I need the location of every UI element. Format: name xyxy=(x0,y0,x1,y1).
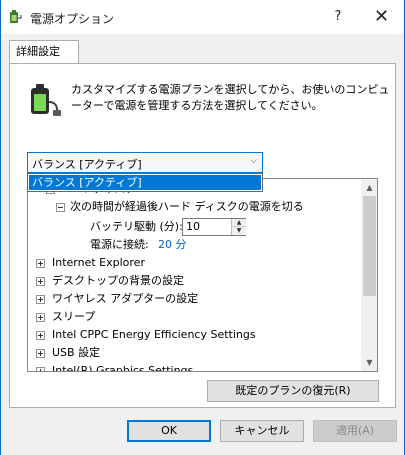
tree-item-label: スリープ xyxy=(52,310,96,323)
plan-description: カスタマイズする電源プランを選択してから、お使いのコンピューターで電源を管理する… xyxy=(71,83,390,112)
expand-icon[interactable] xyxy=(36,331,45,340)
tree-item-label: Intel(R) Graphics Settings xyxy=(52,364,194,372)
ok-button[interactable]: OK xyxy=(127,420,211,442)
plan-select[interactable]: バランス [アクティブ] ⌵ xyxy=(27,152,263,173)
expand-icon[interactable] xyxy=(36,313,45,322)
ac-label: 電源に接続: xyxy=(90,238,149,251)
expand-icon[interactable] xyxy=(36,259,45,268)
battery-plug-icon xyxy=(31,84,61,116)
expand-icon[interactable] xyxy=(36,295,45,304)
expand-icon[interactable] xyxy=(36,277,45,286)
scroll-up-icon[interactable]: ▲ xyxy=(361,179,377,196)
apply-button[interactable]: 適用(A) xyxy=(313,420,397,442)
scroll-down-icon[interactable]: ▼ xyxy=(361,354,377,371)
spin-up-icon[interactable]: ▲ xyxy=(232,219,246,227)
window-title: 電源オプション xyxy=(30,12,115,26)
cancel-button[interactable]: キャンセル xyxy=(220,420,304,442)
expand-icon[interactable] xyxy=(36,367,45,371)
scroll-thumb[interactable] xyxy=(363,196,376,296)
close-button[interactable]: ✕ xyxy=(359,0,404,34)
tree-item-label: Internet Explorer xyxy=(52,256,145,269)
ac-value-link[interactable]: 20 分 xyxy=(158,236,187,254)
tree-item-label: USB 設定 xyxy=(52,346,101,359)
restore-defaults-button[interactable]: 既定のプランの復元(R) xyxy=(207,380,379,402)
plan-option[interactable]: バランス [アクティブ] xyxy=(29,175,261,190)
help-button[interactable]: ? xyxy=(323,3,353,31)
power-options-icon xyxy=(10,10,22,23)
tree-item-label: 次の時間が経過後ハード ディスクの電源を切る xyxy=(70,200,304,213)
title-bar[interactable]: 電源オプション ? ✕ xyxy=(1,0,404,34)
settings-tree[interactable]: ハードディスク 次の時間が経過後ハード ディスクの電源を切る バッテリ駆動 (分… xyxy=(27,178,378,372)
plan-select-value: バランス [アクティブ] xyxy=(32,158,142,171)
expand-icon[interactable] xyxy=(36,349,45,358)
plan-dropdown-list[interactable]: バランス [アクティブ] xyxy=(27,173,263,192)
tab-advanced-settings[interactable]: 詳細設定 xyxy=(9,40,79,64)
tree-item-label: デスクトップの背景の設定 xyxy=(52,274,184,287)
power-options-window: 電源オプション ? ✕ 詳細設定 カスタマイズする電源プランを選択してから、お使… xyxy=(0,0,405,455)
battery-label: バッテリ駆動 (分): xyxy=(90,220,183,233)
tree-item-label: Intel CPPC Energy Efficiency Settings xyxy=(52,328,256,341)
spin-down-icon[interactable]: ▼ xyxy=(232,227,246,235)
chevron-down-icon[interactable]: ⌵ xyxy=(250,156,257,166)
collapse-icon[interactable] xyxy=(56,203,65,212)
battery-minutes-spinner[interactable]: ▲ ▼ xyxy=(231,219,246,235)
tree-item-label: ワイヤレス アダプターの設定 xyxy=(52,292,199,305)
tree-scrollbar[interactable]: ▲ ▼ xyxy=(361,179,377,371)
